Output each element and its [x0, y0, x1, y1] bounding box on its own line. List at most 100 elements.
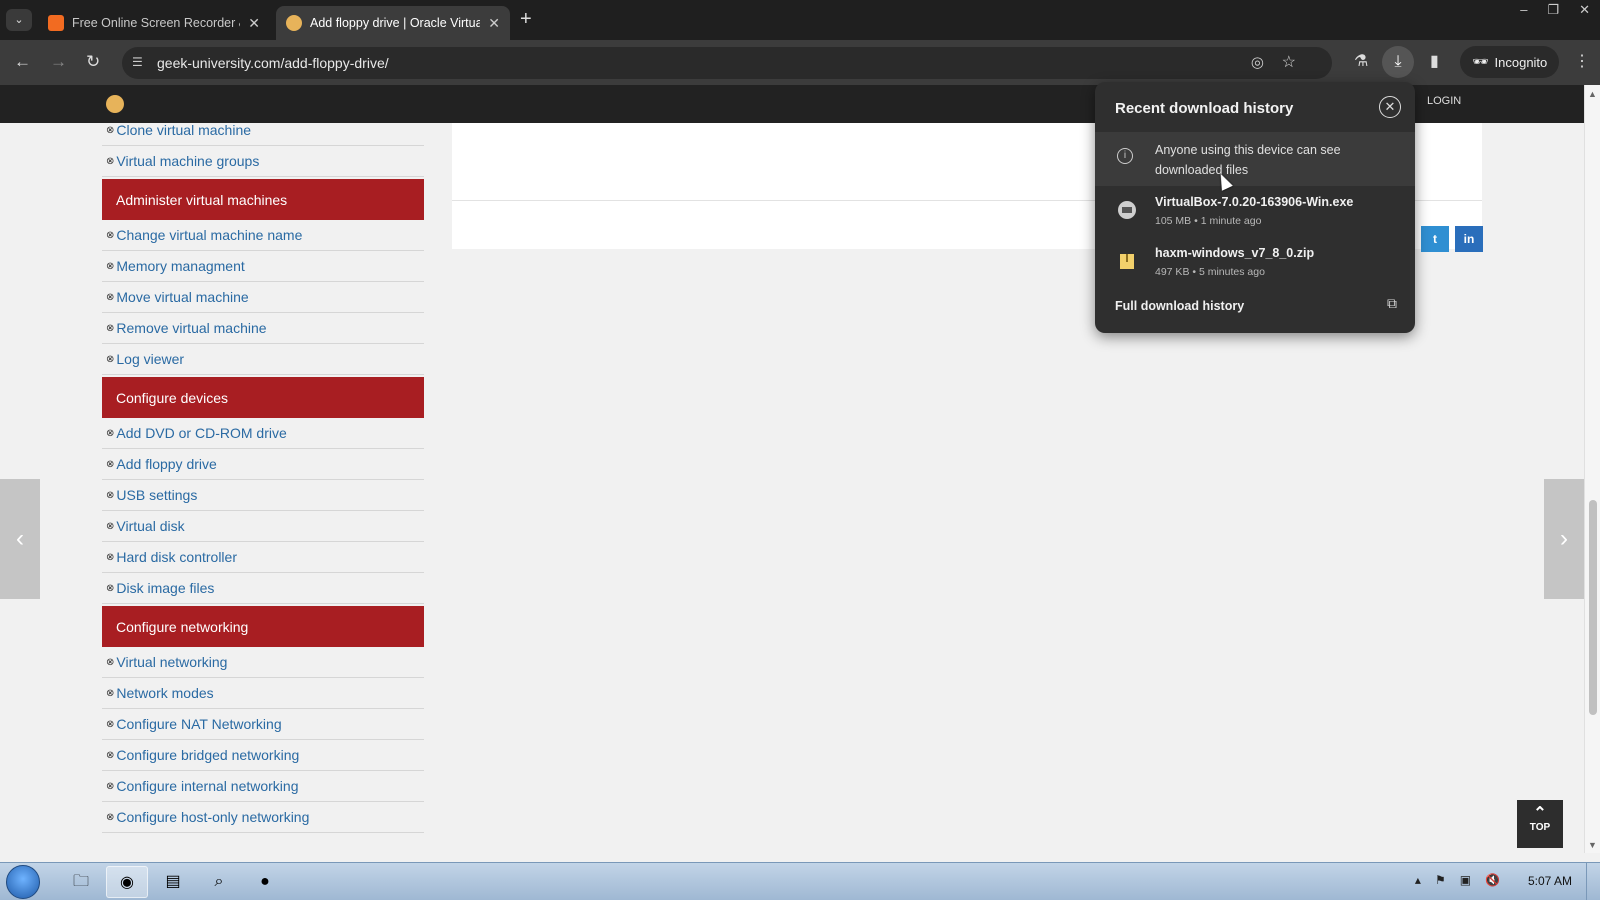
eye-off-icon[interactable]: ◎ [1251, 53, 1264, 71]
previous-page-arrow-icon[interactable]: ‹ [0, 479, 40, 599]
search-tool-icon[interactable]: ⌕ [198, 866, 240, 898]
scroll-thumb[interactable] [1589, 500, 1597, 715]
sidebar-link[interactable]: Configure bridged networking [116, 747, 299, 763]
labs-icon[interactable]: ⚗ [1354, 51, 1368, 71]
close-window-icon[interactable]: ✕ [1579, 2, 1590, 18]
sidebar-section-header: Configure devices [102, 377, 424, 418]
star-icon[interactable]: ☆ [1282, 52, 1296, 72]
window-controls: – ❐ ✕ [1520, 2, 1590, 18]
notepad-icon[interactable]: ▤ [152, 866, 194, 898]
back-icon[interactable]: ← [14, 52, 31, 72]
download-file-name[interactable]: VirtualBox-7.0.20-163906-Win.exe [1155, 195, 1353, 209]
tab-screen-recorder[interactable]: Free Online Screen Recorder & ✕ [38, 6, 270, 40]
tray-overflow-icon[interactable]: ▴ [1415, 873, 1421, 887]
sidebar-link[interactable]: Disk image files [116, 580, 214, 596]
sidebar-link[interactable]: Clone virtual machine [116, 123, 251, 138]
sidebar-link[interactable]: Memory managment [116, 258, 244, 274]
explorer-icon[interactable]: 🗀 [60, 866, 102, 898]
sidebar-link-row: ⊗ Add DVD or CD-ROM drive [102, 418, 424, 449]
close-panel-icon[interactable]: ✕ [1379, 96, 1401, 118]
privacy-notice-text: Anyone using this device can see downloa… [1155, 143, 1341, 177]
volume-muted-icon[interactable]: 🔇 [1485, 873, 1500, 887]
sidebar-link[interactable]: Configure host-only networking [116, 809, 309, 825]
download-icon[interactable]: ⤓ [1382, 46, 1414, 78]
sidebar-link[interactable]: Configure internal networking [116, 778, 298, 794]
tab-close-icon[interactable]: ✕ [248, 15, 260, 32]
sidebar-link[interactable]: Virtual disk [116, 518, 184, 534]
url-text[interactable]: geek-university.com/add-floppy-drive/ [157, 55, 389, 71]
sidebar-link-row: ⊗ Log viewer [102, 344, 424, 375]
bullet-icon: ⊗ [106, 260, 115, 272]
back-to-top-button[interactable]: ⌃ TOP [1517, 800, 1563, 848]
forward-icon[interactable]: → [50, 52, 67, 72]
tab-strip: ⌄ Free Online Screen Recorder & ✕ Add fl… [0, 0, 1600, 40]
side-panel-icon[interactable]: ▮ [1430, 51, 1439, 71]
tab-add-floppy-drive[interactable]: Add floppy drive | Oracle Virtua ✕ [276, 6, 510, 40]
system-tray: ▴ ⚑ ▣ 🔇 [1415, 873, 1500, 887]
new-tab-button[interactable]: + [520, 8, 532, 31]
bullet-icon: ⊗ [106, 780, 115, 792]
sidebar-link[interactable]: Log viewer [116, 351, 184, 367]
sidebar-link-row: ⊗ Disk image files [102, 573, 424, 604]
network-icon[interactable]: ▣ [1460, 873, 1471, 887]
sidebar-link[interactable]: Add DVD or CD-ROM drive [116, 425, 286, 441]
sidebar-link[interactable]: Configure NAT Networking [116, 716, 281, 732]
tab-close-icon[interactable]: ✕ [488, 15, 500, 32]
bullet-icon: ⊗ [106, 551, 115, 563]
bullet-icon: ⊗ [106, 427, 115, 439]
open-external-icon[interactable]: ⧉ [1387, 295, 1397, 312]
tab-search-button[interactable]: ⌄ [6, 9, 32, 31]
bullet-icon: ⊗ [106, 811, 115, 823]
scroll-down-icon[interactable]: ▼ [1588, 840, 1597, 850]
sidebar-link[interactable]: Move virtual machine [116, 289, 248, 305]
sidebar-link[interactable]: Add floppy drive [116, 456, 216, 472]
incognito-icon: 🕶 [1472, 54, 1489, 69]
download-panel-title: Recent download history [1115, 100, 1294, 117]
start-button[interactable] [6, 865, 40, 899]
sidebar-link-row: ⊗ Move virtual machine [102, 282, 424, 313]
show-desktop-button[interactable] [1586, 863, 1600, 900]
sidebar-link[interactable]: Hard disk controller [116, 549, 237, 565]
next-page-arrow-icon[interactable]: › [1544, 479, 1584, 599]
action-center-flag-icon[interactable]: ⚑ [1435, 873, 1446, 887]
restore-icon[interactable]: ❐ [1547, 2, 1559, 18]
sidebar-link-row: ⊗ USB settings [102, 480, 424, 511]
obs-icon[interactable]: ● [244, 866, 286, 898]
sidebar-link[interactable]: Remove virtual machine [116, 320, 266, 336]
sidebar-section-header: Administer virtual machines [102, 179, 424, 220]
scroll-up-icon[interactable]: ▲ [1588, 89, 1597, 99]
page-scrollbar[interactable]: ▲ ▼ [1584, 85, 1600, 853]
twitter-share-icon[interactable]: t [1421, 226, 1449, 252]
sidebar-link-row: ⊗ Virtual machine groups [102, 146, 424, 177]
bullet-icon: ⊗ [106, 322, 115, 334]
download-file-meta: 105 MB • 1 minute ago [1155, 215, 1262, 227]
sidebar-link[interactable]: Change virtual machine name [116, 227, 302, 243]
download-item[interactable]: haxm-windows_v7_8_0.zip 497 KB • 5 minut… [1095, 237, 1415, 287]
sidebar-link-row: ⊗ Remove virtual machine [102, 313, 424, 344]
site-logo[interactable] [106, 95, 124, 113]
address-bar[interactable]: ☰ geek-university.com/add-floppy-drive/ … [122, 47, 1332, 79]
minimize-icon[interactable]: – [1520, 2, 1527, 18]
sidebar-link[interactable]: Network modes [116, 685, 213, 701]
login-link[interactable]: LOGIN [1427, 95, 1461, 107]
incognito-label: Incognito [1494, 54, 1548, 70]
reload-icon[interactable]: ↻ [86, 52, 100, 72]
sidebar-link[interactable]: Virtual machine groups [116, 153, 259, 169]
double-chevron-up-icon: ⌃ [1533, 805, 1547, 822]
sidebar-link[interactable]: USB settings [116, 487, 197, 503]
chrome-icon[interactable]: ◉ [106, 866, 148, 898]
download-item[interactable]: VirtualBox-7.0.20-163906-Win.exe 105 MB … [1095, 186, 1415, 236]
site-info-icon[interactable]: ☰ [132, 55, 143, 69]
sidebar-link-row: ⊗ Virtual networking [102, 647, 424, 678]
linkedin-share-icon[interactable]: in [1455, 226, 1483, 252]
tab-title: Add floppy drive | Oracle Virtua [310, 16, 481, 30]
full-download-history-link[interactable]: Full download history [1115, 299, 1244, 313]
download-file-name[interactable]: haxm-windows_v7_8_0.zip [1155, 246, 1314, 260]
sidebar-link[interactable]: Virtual networking [116, 654, 227, 670]
zip-folder-icon [1120, 254, 1134, 269]
menu-icon[interactable]: ⋮ [1574, 51, 1590, 71]
incognito-badge[interactable]: 🕶 Incognito [1460, 46, 1560, 78]
top-label: TOP [1529, 822, 1551, 833]
sidebar-link-row: ⊗ Add floppy drive [102, 449, 424, 480]
taskbar-clock[interactable]: 5:07 AM [1528, 874, 1572, 888]
